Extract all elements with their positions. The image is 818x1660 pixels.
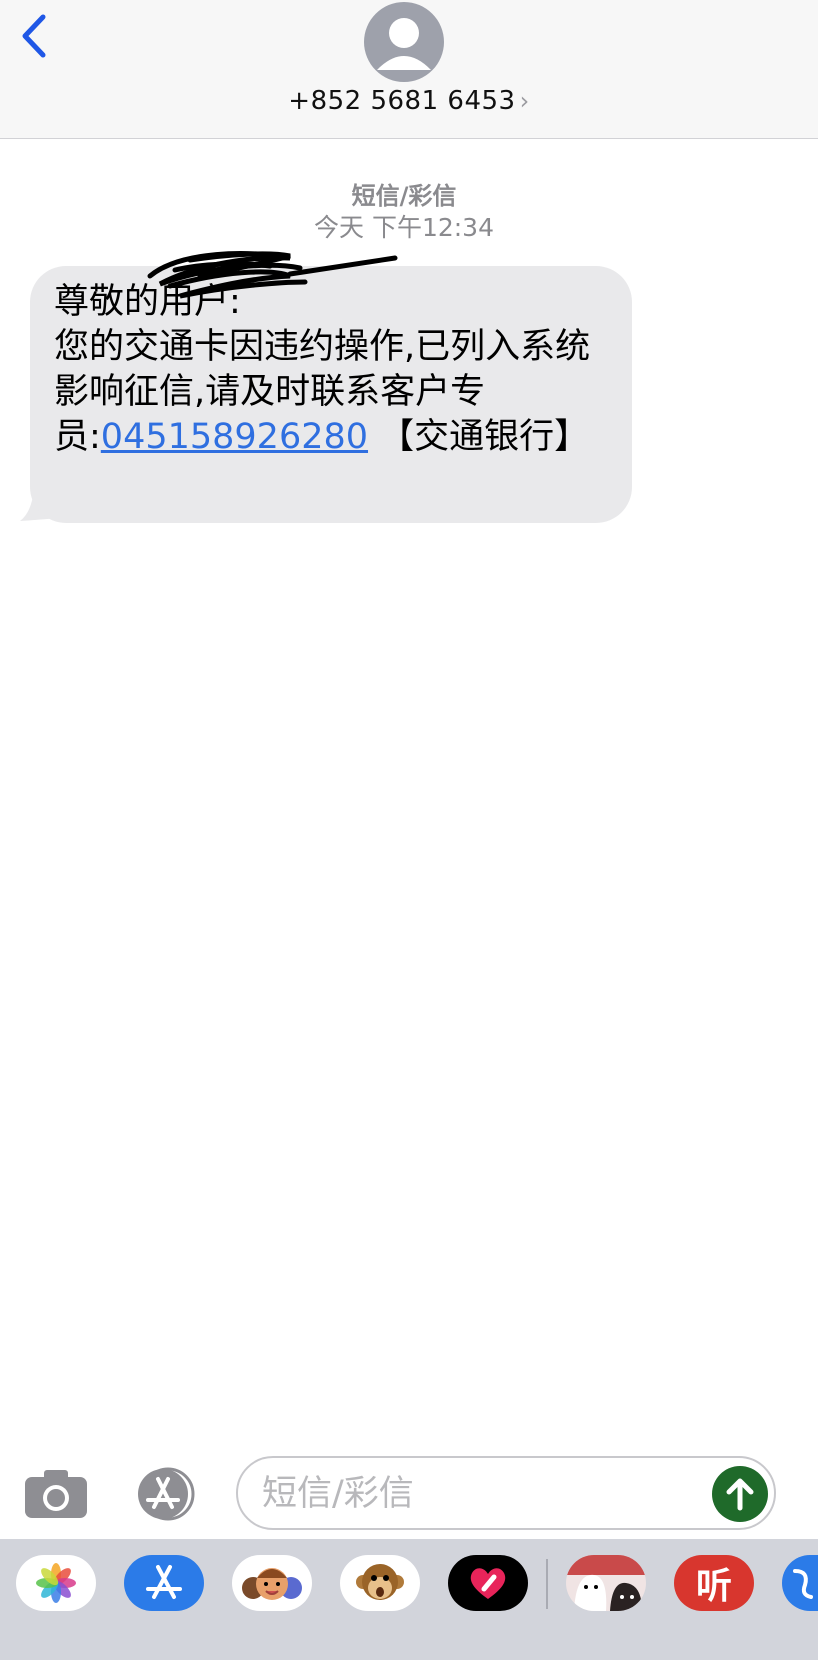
phone-link[interactable]: 045158926280 bbox=[101, 417, 368, 457]
sticker-app-icon bbox=[566, 1555, 646, 1611]
back-button[interactable] bbox=[8, 8, 58, 64]
message-input[interactable] bbox=[260, 1468, 694, 1520]
ting-app-icon: 听 bbox=[695, 1566, 732, 1607]
message-composer[interactable] bbox=[236, 1456, 776, 1530]
app-store-toggle-button[interactable] bbox=[130, 1467, 200, 1521]
digital-touch-icon bbox=[470, 1568, 506, 1599]
sticker-app[interactable] bbox=[566, 1555, 646, 1611]
app-store-icon bbox=[146, 1565, 182, 1599]
chevron-left-icon bbox=[22, 14, 46, 58]
photos-icon bbox=[36, 1563, 76, 1603]
blue-app-icon bbox=[793, 1569, 813, 1599]
memoji-app[interactable] bbox=[232, 1555, 312, 1611]
contact-avatar[interactable] bbox=[364, 2, 444, 82]
blue-app[interactable] bbox=[782, 1555, 818, 1611]
app-drawer: 听 bbox=[0, 1539, 818, 1660]
digital-touch-app[interactable] bbox=[448, 1555, 528, 1611]
contact-name[interactable]: +852 5681 6453 › bbox=[0, 86, 818, 116]
person-icon bbox=[377, 18, 431, 70]
photos-app[interactable] bbox=[16, 1555, 96, 1611]
message-greeting-rest: 用户: bbox=[159, 282, 241, 322]
message-bubble[interactable]: 尊敬的用户: 您的交通卡因违约操作,已列入系统影响征信,请及时联系客户专员:045… bbox=[30, 266, 632, 523]
camera-icon bbox=[25, 1470, 87, 1518]
contact-number: +852 5681 6453 bbox=[288, 86, 516, 116]
app-store-app[interactable] bbox=[124, 1555, 204, 1611]
send-button[interactable] bbox=[712, 1466, 768, 1522]
memoji-icon bbox=[242, 1568, 302, 1600]
arrow-up-icon bbox=[726, 1478, 754, 1511]
animoji-monkey-icon bbox=[356, 1564, 404, 1600]
message-suffix: 【交通银行】 bbox=[368, 417, 590, 457]
message-timestamp: 今天 下午12:34 bbox=[314, 213, 494, 242]
camera-button[interactable] bbox=[24, 1469, 88, 1519]
message-type-label: 短信/彩信 bbox=[351, 182, 457, 210]
ting-app[interactable]: 听 bbox=[674, 1555, 754, 1611]
app-store-toggle-icon bbox=[138, 1467, 195, 1521]
animoji-app[interactable] bbox=[340, 1555, 420, 1611]
message-greeting: 尊敬的 bbox=[54, 282, 160, 322]
drawer-divider bbox=[546, 1559, 548, 1609]
conversation-header: +852 5681 6453 › bbox=[0, 0, 818, 139]
chevron-right-icon: › bbox=[519, 87, 530, 115]
